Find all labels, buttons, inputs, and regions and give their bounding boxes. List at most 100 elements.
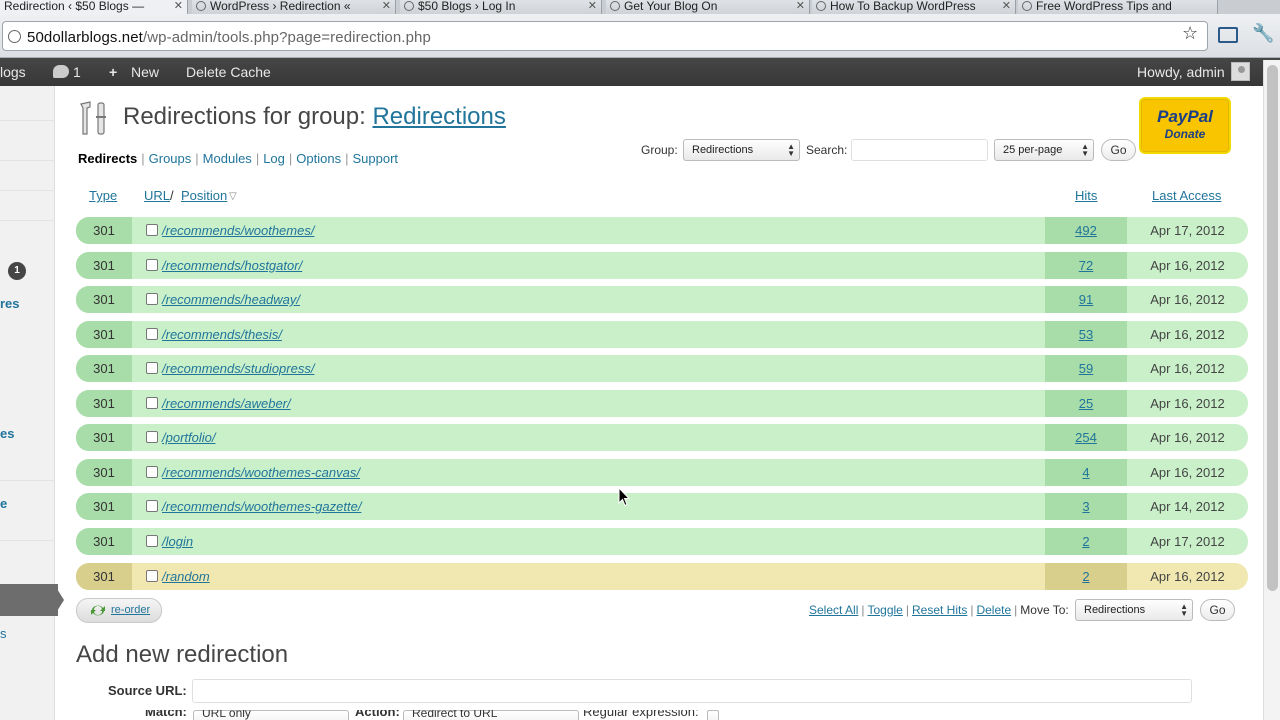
row-hits-link[interactable]: 4	[1045, 459, 1127, 486]
match-select[interactable]: URL only	[193, 710, 349, 720]
page-scrollbar[interactable]	[1263, 60, 1280, 720]
reset-hits-link[interactable]: Reset Hits	[912, 603, 967, 617]
page-action-icon[interactable]	[1218, 27, 1238, 43]
table-row[interactable]: 301/recommends/aweber/25 Apr 16, 2012	[76, 390, 1248, 417]
row-hits-link[interactable]: 25	[1045, 390, 1127, 417]
table-row[interactable]: 301/recommends/headway/91 Apr 16, 2012	[76, 286, 1248, 313]
wrench-icon[interactable]: 🔧	[1252, 23, 1274, 44]
browser-tab[interactable]: WordPress › Redirection « ✕	[192, 0, 396, 14]
browser-tab[interactable]: Redirection ‹ $50 Blogs — ✕	[0, 0, 188, 14]
avatar[interactable]	[1231, 62, 1250, 81]
paypal-donate-button[interactable]: PayPal Donate	[1139, 97, 1231, 154]
row-checkbox[interactable]	[146, 500, 158, 512]
admin-bar-howdy[interactable]: Howdy, admin	[1137, 64, 1225, 80]
row-checkbox[interactable]	[146, 328, 158, 340]
sidebar-item-current[interactable]	[0, 584, 58, 616]
row-url-link[interactable]: /recommends/hostgator/	[162, 258, 302, 273]
row-checkbox[interactable]	[146, 397, 158, 409]
row-hits-link[interactable]: 2	[1045, 528, 1127, 555]
col-position-header[interactable]: Position	[181, 188, 227, 203]
sidebar-item-label[interactable]: res	[0, 296, 20, 311]
row-url-link[interactable]: /recommends/headway/	[162, 292, 300, 307]
row-url-link[interactable]: /recommends/woothemes/	[162, 223, 314, 238]
toggle-link[interactable]: Toggle	[867, 603, 902, 617]
comments-count[interactable]: 1	[73, 64, 81, 80]
row-checkbox[interactable]	[146, 466, 158, 478]
subnav-modules[interactable]: Modules	[203, 151, 252, 166]
row-checkbox[interactable]	[146, 570, 158, 582]
table-row[interactable]: 301/recommends/thesis/53 Apr 16, 2012	[76, 321, 1248, 348]
select-all-link[interactable]: Select All	[809, 603, 858, 617]
row-url-link[interactable]: /random	[162, 569, 210, 584]
delete-link[interactable]: Delete	[976, 603, 1011, 617]
browser-tab[interactable]: $50 Blogs › Log In ✕	[400, 0, 602, 14]
bookmark-star-icon[interactable]: ☆	[1182, 24, 1198, 42]
close-tab-icon[interactable]: ✕	[588, 0, 597, 12]
row-url-link[interactable]: /recommends/aweber/	[162, 396, 291, 411]
sidebar-item-label[interactable]: s	[0, 626, 7, 641]
browser-tab[interactable]: Get Your Blog On ✕	[606, 0, 810, 14]
close-tab-icon[interactable]: ✕	[796, 0, 805, 12]
row-url-link[interactable]: /portfolio/	[162, 430, 215, 445]
row-hits-link[interactable]: 254	[1045, 424, 1127, 451]
table-row[interactable]: 301/recommends/woothemes-canvas/4 Apr 16,…	[76, 459, 1248, 486]
row-hits-link[interactable]: 2	[1045, 563, 1127, 590]
table-row[interactable]: 301/random 2 Apr 16, 2012	[76, 563, 1248, 590]
source-url-input[interactable]	[192, 679, 1192, 703]
group-select[interactable]: Redirections ▲ ▼	[683, 139, 800, 161]
regex-checkbox[interactable]	[707, 710, 719, 720]
row-hits-link[interactable]: 91	[1045, 286, 1127, 313]
col-url-header[interactable]: URL	[144, 188, 170, 203]
close-tab-icon[interactable]: ✕	[1002, 0, 1011, 12]
group-title-link[interactable]: Redirections	[372, 103, 505, 130]
row-url-link[interactable]: /recommends/woothemes-canvas/	[162, 465, 360, 480]
row-checkbox[interactable]	[146, 362, 158, 374]
subnav-log[interactable]: Log	[263, 151, 285, 166]
close-tab-icon[interactable]: ✕	[174, 0, 183, 12]
subnav-redirects[interactable]: Redirects	[78, 151, 137, 166]
row-hits-link[interactable]: 53	[1045, 321, 1127, 348]
row-url-link[interactable]: /login	[162, 534, 193, 549]
sidebar-item-label[interactable]: es	[0, 426, 14, 441]
move-to-select[interactable]: Redirections ▲ ▼	[1075, 599, 1193, 621]
table-row[interactable]: 301/login 2 Apr 17, 2012	[76, 528, 1248, 555]
filter-go-button[interactable]: Go	[1101, 139, 1136, 161]
search-input[interactable]	[851, 139, 988, 161]
row-hits-link[interactable]: 59	[1045, 355, 1127, 382]
subnav-support[interactable]: Support	[353, 151, 399, 166]
table-row[interactable]: 301/recommends/woothemes-gazette/3 Apr 14…	[76, 493, 1248, 520]
sidebar-item-label[interactable]: e	[0, 496, 7, 511]
url-field[interactable]: 50dollarblogs.net/wp-admin/tools.php?pag…	[2, 21, 1208, 51]
scrollbar-thumb[interactable]	[1267, 65, 1278, 591]
col-last-access-header[interactable]: Last Access	[1152, 188, 1221, 203]
browser-tab[interactable]: Free WordPress Tips and	[1018, 0, 1218, 14]
action-select[interactable]: Redirect to URL	[403, 710, 579, 720]
row-url-link[interactable]: /recommends/thesis/	[162, 327, 282, 342]
row-checkbox[interactable]	[146, 259, 158, 271]
row-url-link[interactable]: /recommends/woothemes-gazette/	[162, 499, 361, 514]
subnav-groups[interactable]: Groups	[149, 151, 192, 166]
row-hits-link[interactable]: 3	[1045, 493, 1127, 520]
reorder-button[interactable]: re-order	[76, 598, 162, 623]
admin-bar-new[interactable]: New	[131, 64, 159, 80]
row-checkbox[interactable]	[146, 224, 158, 236]
browser-tab[interactable]: How To Backup WordPress ✕	[812, 0, 1016, 14]
row-url-link[interactable]: /recommends/studiopress/	[162, 361, 314, 376]
move-go-button[interactable]: Go	[1200, 599, 1235, 621]
admin-bar-site-name[interactable]: logs	[0, 64, 26, 80]
close-tab-icon[interactable]: ✕	[382, 0, 391, 12]
col-type-header[interactable]: Type	[89, 188, 117, 203]
subnav-options[interactable]: Options	[296, 151, 341, 166]
row-checkbox[interactable]	[146, 293, 158, 305]
row-hits-link[interactable]: 72	[1045, 252, 1127, 279]
comment-bubble-icon[interactable]	[53, 65, 69, 78]
table-row[interactable]: 301/portfolio/254 Apr 16, 2012	[76, 424, 1248, 451]
col-hits-header[interactable]: Hits	[1075, 188, 1097, 203]
table-row[interactable]: 301/recommends/hostgator/72 Apr 16, 2012	[76, 252, 1248, 279]
per-page-select[interactable]: 25 per-page ▲ ▼	[994, 139, 1094, 161]
admin-bar-delete-cache[interactable]: Delete Cache	[186, 64, 271, 80]
row-checkbox[interactable]	[146, 431, 158, 443]
row-checkbox[interactable]	[146, 535, 158, 547]
row-hits-link[interactable]: 492	[1045, 217, 1127, 244]
table-row[interactable]: 301/recommends/studiopress/59 Apr 16, 201…	[76, 355, 1248, 382]
